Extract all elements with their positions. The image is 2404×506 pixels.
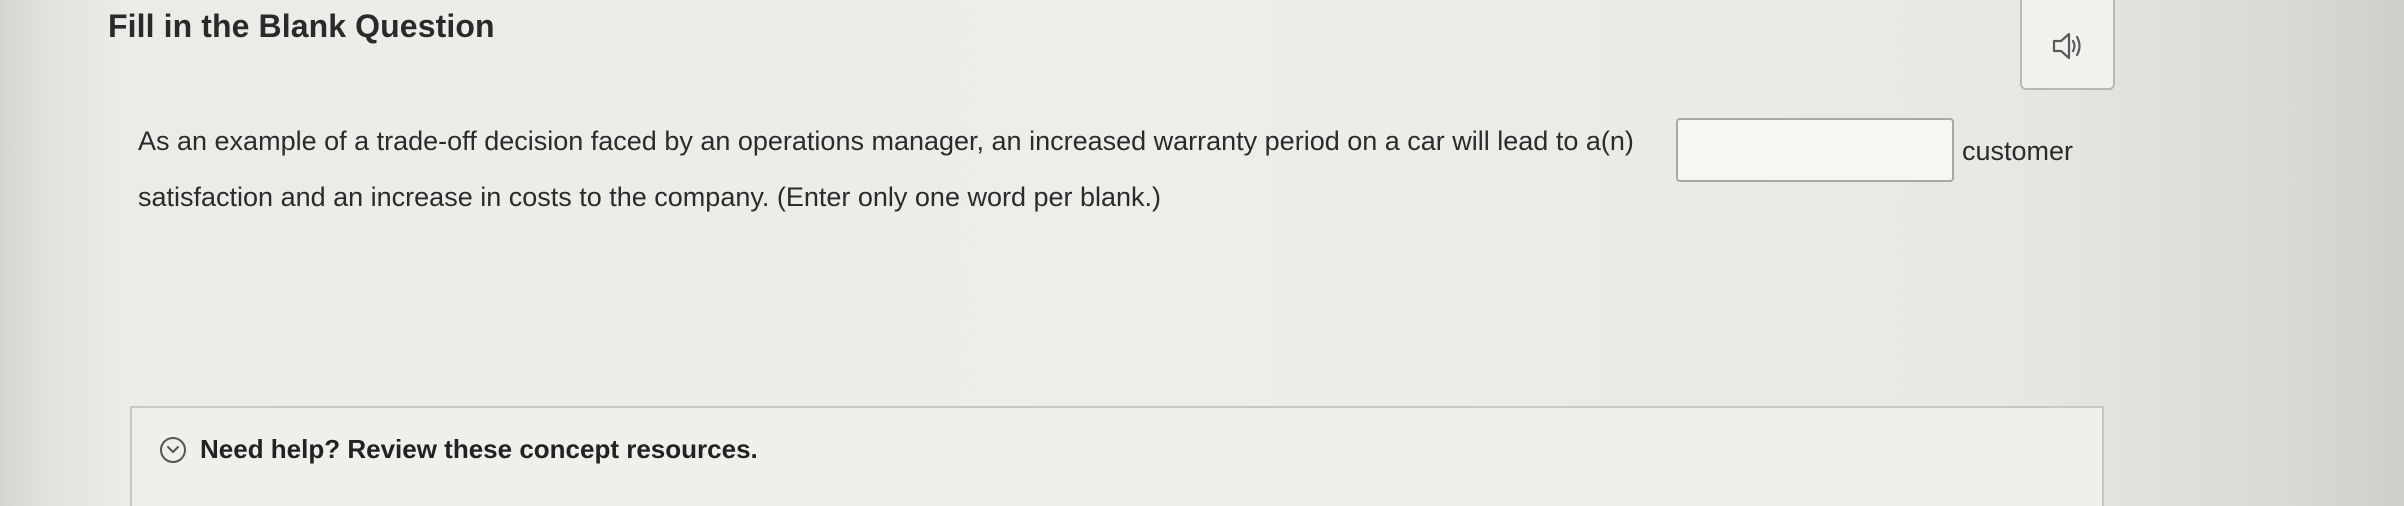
speaker-icon: [2052, 32, 2081, 60]
help-label: Need help? Review these concept resource…: [200, 434, 758, 464]
read-aloud-button[interactable]: [2020, 0, 2115, 90]
concept-resources-toggle[interactable]: Need help? Review these concept resource…: [160, 434, 758, 465]
answer-blank-input[interactable]: [1676, 118, 1954, 182]
question-prompt-continued: satisfaction and an increase in costs to…: [138, 182, 1162, 212]
chevron-down-circle-icon: [160, 436, 186, 463]
question-prompt-after-blank: customer: [1962, 136, 2074, 166]
question-prompt: As an example of a trade-off decision fa…: [138, 126, 1634, 156]
question-page: Fill in the Blank Question As an example…: [0, 0, 2404, 506]
question-title: Fill in the Blank Question: [108, 8, 495, 44]
